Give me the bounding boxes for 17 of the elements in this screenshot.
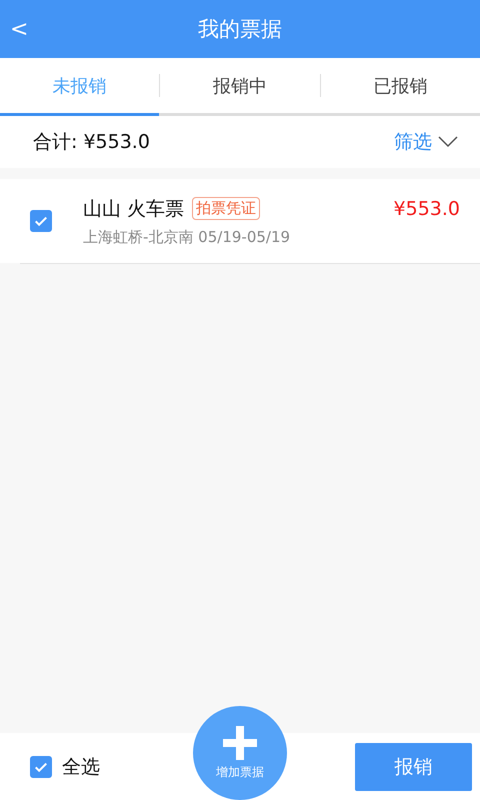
back-button[interactable]: < [10,17,28,42]
checkbox[interactable] [30,210,52,232]
ticket-tag: 拍票凭证 [192,197,260,220]
chevron-down-icon[interactable] [438,136,458,148]
ticket-name: 山山 火车票 [83,196,184,222]
select-all-checkbox[interactable] [30,756,52,778]
submit-button[interactable]: 报销 [355,742,472,790]
tab[interactable]: 已报销 [320,58,480,116]
ticket-route: 上海虹桥-北京南 05/19-05/19 [83,228,292,246]
tab[interactable]: 报销中 [160,58,320,116]
total-amount: 合计: ¥553.0 [33,130,150,155]
ticket-card[interactable]: 山山 火车票 拍票凭证 ¥553.0 上海虹桥-北京南 05/19-05/19 [0,179,480,263]
plus-icon [223,726,257,760]
page-title: 我的票据 [198,16,282,43]
select-all-label: 全选 [62,754,100,780]
filter-link[interactable]: 筛选 [394,129,432,155]
ticket-amount: ¥553.0 [394,198,460,220]
